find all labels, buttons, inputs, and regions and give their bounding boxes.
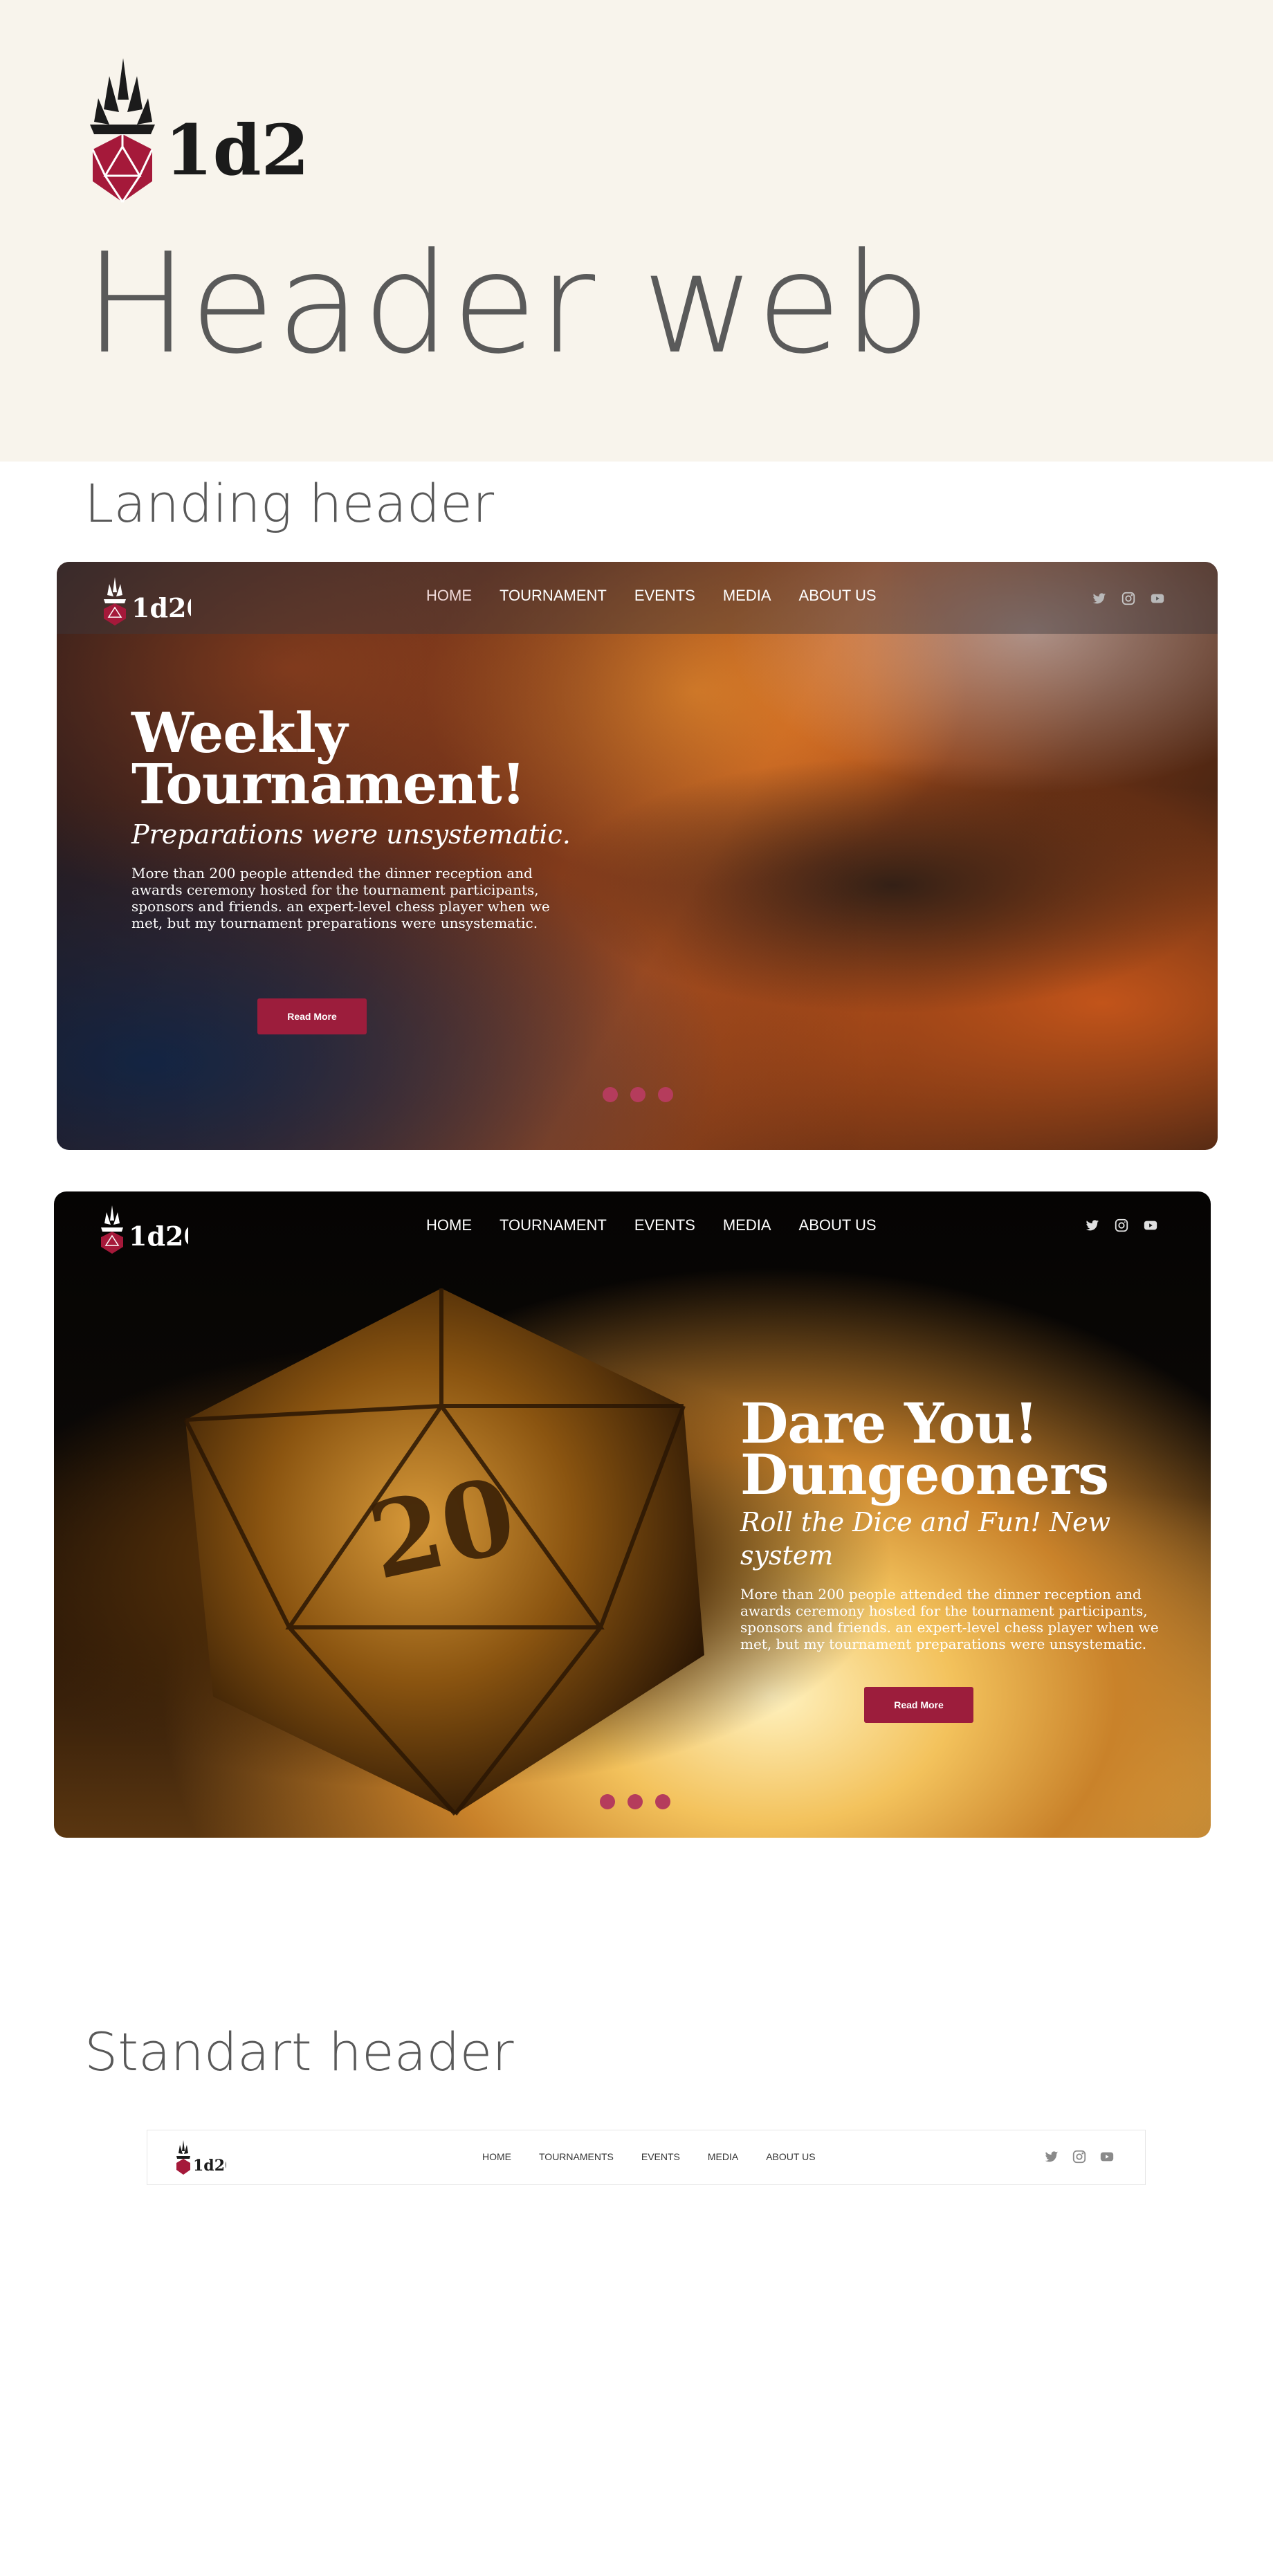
instagram-icon[interactable] [1121,591,1136,606]
logo-wordmark: 1d20 [165,109,310,191]
nav-about-us[interactable]: ABOUT US [799,587,877,605]
social-links [1085,1218,1158,1233]
hero-nav-links: HOME TOURNAMENT EVENTS MEDIA ABOUT US [426,587,904,605]
instagram-icon[interactable] [1114,1218,1129,1233]
hero-title-line2: Dungeoners [740,1442,1109,1507]
nav-logo[interactable]: 1d20 [101,576,205,625]
standard-section-heading: Standart header [84,2021,514,2083]
read-more-button[interactable]: Read More [257,998,367,1034]
nav-about-us[interactable]: ABOUT US [799,1216,877,1234]
svg-text:1d20: 1d20 [131,592,191,623]
carousel-dot-2[interactable] [628,1794,643,1809]
hero-subtitle: Preparations were unsystematic. [131,819,571,850]
nav-tournaments[interactable]: TOURNAMENTS [539,2151,614,2162]
nav-logo[interactable]: 1d20 [175,2139,235,2176]
brand-logo: 1d20 [89,58,358,208]
nav-events[interactable]: EVENTS [634,587,695,605]
nav-media[interactable]: MEDIA [723,587,771,605]
standard-header: 1d20 HOME TOURNAMENTS EVENTS MEDIA ABOUT… [147,2130,1146,2185]
youtube-icon[interactable] [1099,2149,1115,2164]
twitter-icon[interactable] [1092,591,1107,606]
nav-media[interactable]: MEDIA [723,1216,771,1234]
hero-text-block: Weekly Tournament! Preparations were uns… [131,700,588,931]
svg-text:1d20: 1d20 [129,1221,188,1252]
nav-events[interactable]: EVENTS [634,1216,695,1234]
hero-body-text: More than 200 people attended the dinner… [740,1586,1159,1652]
read-more-button[interactable]: Read More [864,1687,973,1723]
youtube-icon[interactable] [1143,1218,1158,1233]
youtube-icon[interactable] [1150,591,1165,606]
hero-title: Dare You! Dungeoners [740,1391,1183,1507]
landing-header-1: 1d20 HOME TOURNAMENT EVENTS MEDIA ABOUT … [57,562,1218,1150]
hero-body-text: More than 200 people attended the dinner… [131,865,550,931]
carousel-dot-1[interactable] [600,1794,615,1809]
nav-logo[interactable]: 1d20 [98,1204,202,1254]
standard-nav-links: HOME TOURNAMENTS EVENTS MEDIA ABOUT US [482,2151,843,2162]
landing-header-2: 20 1d20 HOME TOURNAMENT EVENTS MEDIA ABO… [54,1191,1211,1838]
nav-home[interactable]: HOME [426,587,472,605]
twitter-icon[interactable] [1044,2149,1059,2164]
hero-title-line1: Weekly [131,700,347,765]
hero-title: Weekly Tournament! [131,700,588,816]
hero-text-block: Dare You! Dungeoners Roll the Dice and F… [740,1391,1183,1652]
nav-home[interactable]: HOME [426,1216,472,1234]
hero-nav-bar: 1d20 HOME TOURNAMENT EVENTS MEDIA ABOUT … [57,562,1218,634]
social-links [1044,2149,1115,2164]
carousel-dot-2[interactable] [630,1087,645,1102]
page-title: Header web [84,223,933,385]
nav-home[interactable]: HOME [482,2151,511,2162]
nav-events[interactable]: EVENTS [641,2151,680,2162]
svg-text:1d20: 1d20 [193,2157,226,2175]
hero-subtitle: Roll the Dice and Fun! New system [740,1507,1111,1571]
carousel-dot-3[interactable] [655,1794,670,1809]
d20-die-image: 20 [158,1268,739,1821]
carousel-dots [603,1087,673,1102]
nav-tournament[interactable]: TOURNAMENT [500,1216,607,1234]
nav-about-us[interactable]: ABOUT US [766,2151,815,2162]
instagram-icon[interactable] [1072,2149,1087,2164]
hero-nav-links: HOME TOURNAMENT EVENTS MEDIA ABOUT US [426,1216,904,1234]
carousel-dots [600,1794,670,1809]
nav-media[interactable]: MEDIA [708,2151,738,2162]
hero-title-line1: Dare You! [740,1391,1038,1456]
top-banner: 1d20 Header web [0,0,1273,462]
landing-section-heading: Landing header [84,473,495,534]
carousel-dot-3[interactable] [658,1087,673,1102]
hero-title-line2: Tournament! [131,751,526,816]
twitter-icon[interactable] [1085,1218,1100,1233]
carousel-dot-1[interactable] [603,1087,618,1102]
nav-tournament[interactable]: TOURNAMENT [500,587,607,605]
social-links [1092,591,1165,606]
hero-nav-bar: 1d20 HOME TOURNAMENT EVENTS MEDIA ABOUT … [54,1191,1211,1263]
